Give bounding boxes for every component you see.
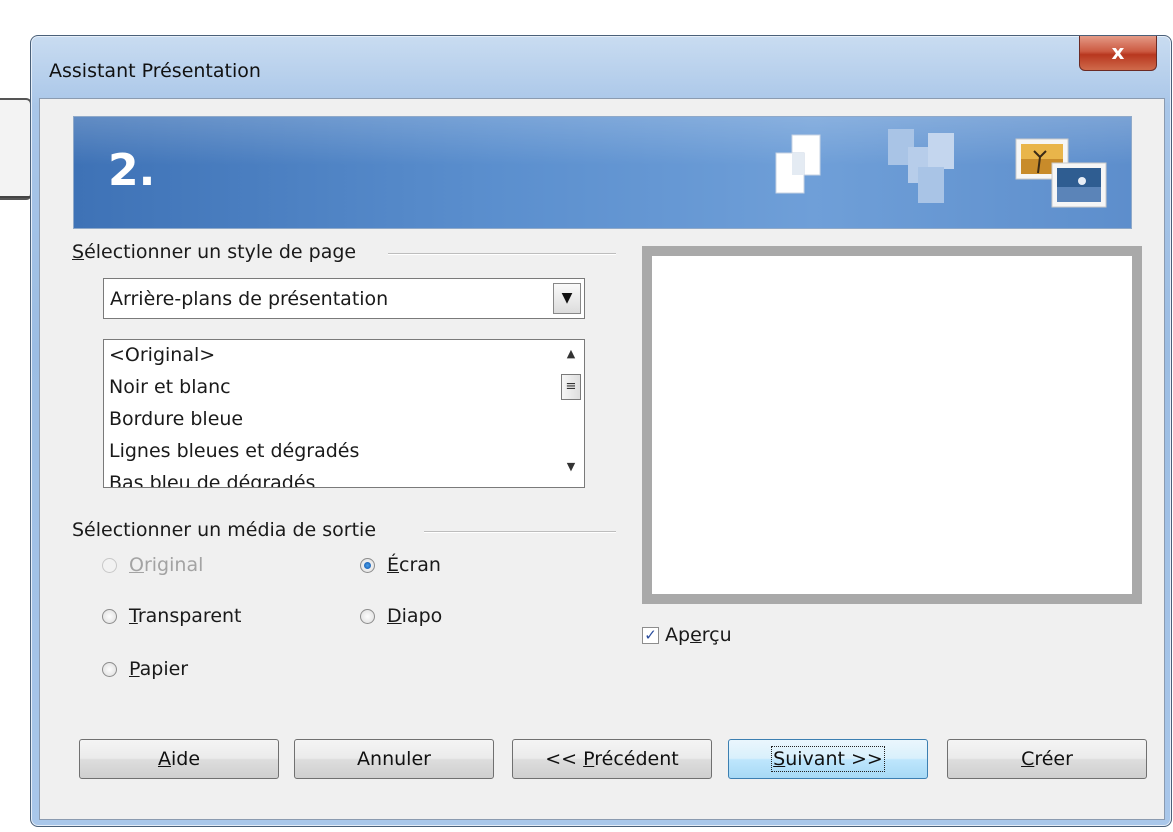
list-item[interactable]: <Original>	[109, 344, 215, 366]
previous-button[interactable]: << Précédent	[512, 739, 712, 779]
preview-pane	[642, 246, 1142, 604]
background-app-frame	[0, 98, 32, 200]
list-item[interactable]: Bordure bleue	[109, 408, 243, 430]
help-button-label: Aide	[157, 748, 201, 770]
create-button-label: Créer	[1021, 748, 1073, 770]
radio-button[interactable]	[102, 661, 117, 677]
page-style-category-select[interactable]: Arrière-plans de présentation ▼	[103, 278, 585, 319]
radio-slide[interactable]: Diapo	[360, 605, 442, 627]
radio-label: Diapo	[387, 605, 443, 627]
preview-canvas	[652, 256, 1132, 594]
list-item[interactable]: Lignes bleues et dégradés	[109, 440, 359, 462]
radio-screen[interactable]: Écran	[360, 554, 441, 576]
next-button[interactable]: Suivant >>	[728, 739, 928, 779]
image-slides-icon	[1015, 138, 1107, 208]
page-style-list[interactable]: <Original> Noir et blanc Bordure bleue L…	[103, 339, 585, 488]
preview-checkbox-row[interactable]: ✓ Aperçu	[642, 624, 732, 646]
window-title: Assistant Présentation	[49, 60, 261, 82]
close-button[interactable]: x	[1079, 36, 1157, 71]
list-item[interactable]: Noir et blanc	[109, 376, 231, 398]
scroll-thumb[interactable]: ≡	[561, 374, 581, 400]
radio-button[interactable]	[360, 608, 375, 624]
scroll-down-icon[interactable]: ▼	[561, 460, 581, 478]
next-button-label: Suivant >>	[771, 746, 885, 772]
dialog-content: 2. Sélectionner un style de page Arrière…	[39, 98, 1165, 820]
scroll-up-icon[interactable]: ▲	[561, 347, 581, 365]
cancel-button[interactable]: Annuler	[294, 739, 494, 779]
radio-label: Transparent	[129, 605, 242, 627]
preview-checkbox-label: Aperçu	[665, 624, 732, 646]
background-app-divider	[0, 196, 30, 198]
chevron-down-icon: ▼	[561, 290, 573, 306]
radio-paper[interactable]: Papier	[102, 658, 188, 680]
radio-label: Papier	[129, 658, 189, 680]
title-bar[interactable]: Assistant Présentation x	[31, 36, 1171, 98]
radio-button[interactable]	[360, 557, 375, 573]
cancel-button-label: Annuler	[357, 748, 431, 770]
radio-label: Original	[129, 554, 204, 576]
page-style-category-value: Arrière-plans de présentation	[110, 288, 389, 310]
radio-transparent[interactable]: Transparent	[102, 605, 242, 627]
step-banner: 2.	[73, 116, 1132, 229]
create-button[interactable]: Créer	[947, 739, 1147, 779]
radio-button[interactable]	[102, 557, 117, 573]
radio-button[interactable]	[102, 608, 117, 624]
close-icon: x	[1111, 40, 1125, 64]
page-style-group-line	[388, 253, 616, 255]
multiple-pages-icon	[888, 129, 954, 203]
step-number: 2.	[108, 145, 156, 196]
radio-label: Écran	[387, 554, 441, 576]
output-media-group-line	[424, 531, 616, 533]
checkmark-icon: ✓	[644, 625, 657, 644]
page-style-group-label: Sélectionner un style de page	[72, 241, 357, 263]
radio-original[interactable]: Original	[102, 554, 203, 576]
presentation-wizard-dialog: Assistant Présentation x 2. Sélectionner…	[30, 35, 1172, 827]
output-media-group-label: Sélectionner un média de sortie	[72, 519, 377, 541]
single-page-icon	[775, 134, 821, 194]
dropdown-button[interactable]: ▼	[553, 283, 581, 314]
help-button[interactable]: Aide	[79, 739, 279, 779]
list-scrollbar[interactable]: ▲ ≡ ▼	[559, 341, 583, 486]
list-item[interactable]: Bas bleu de dégradés	[109, 472, 315, 487]
preview-checkbox[interactable]: ✓	[642, 625, 659, 644]
previous-button-label: << Précédent	[545, 748, 679, 770]
